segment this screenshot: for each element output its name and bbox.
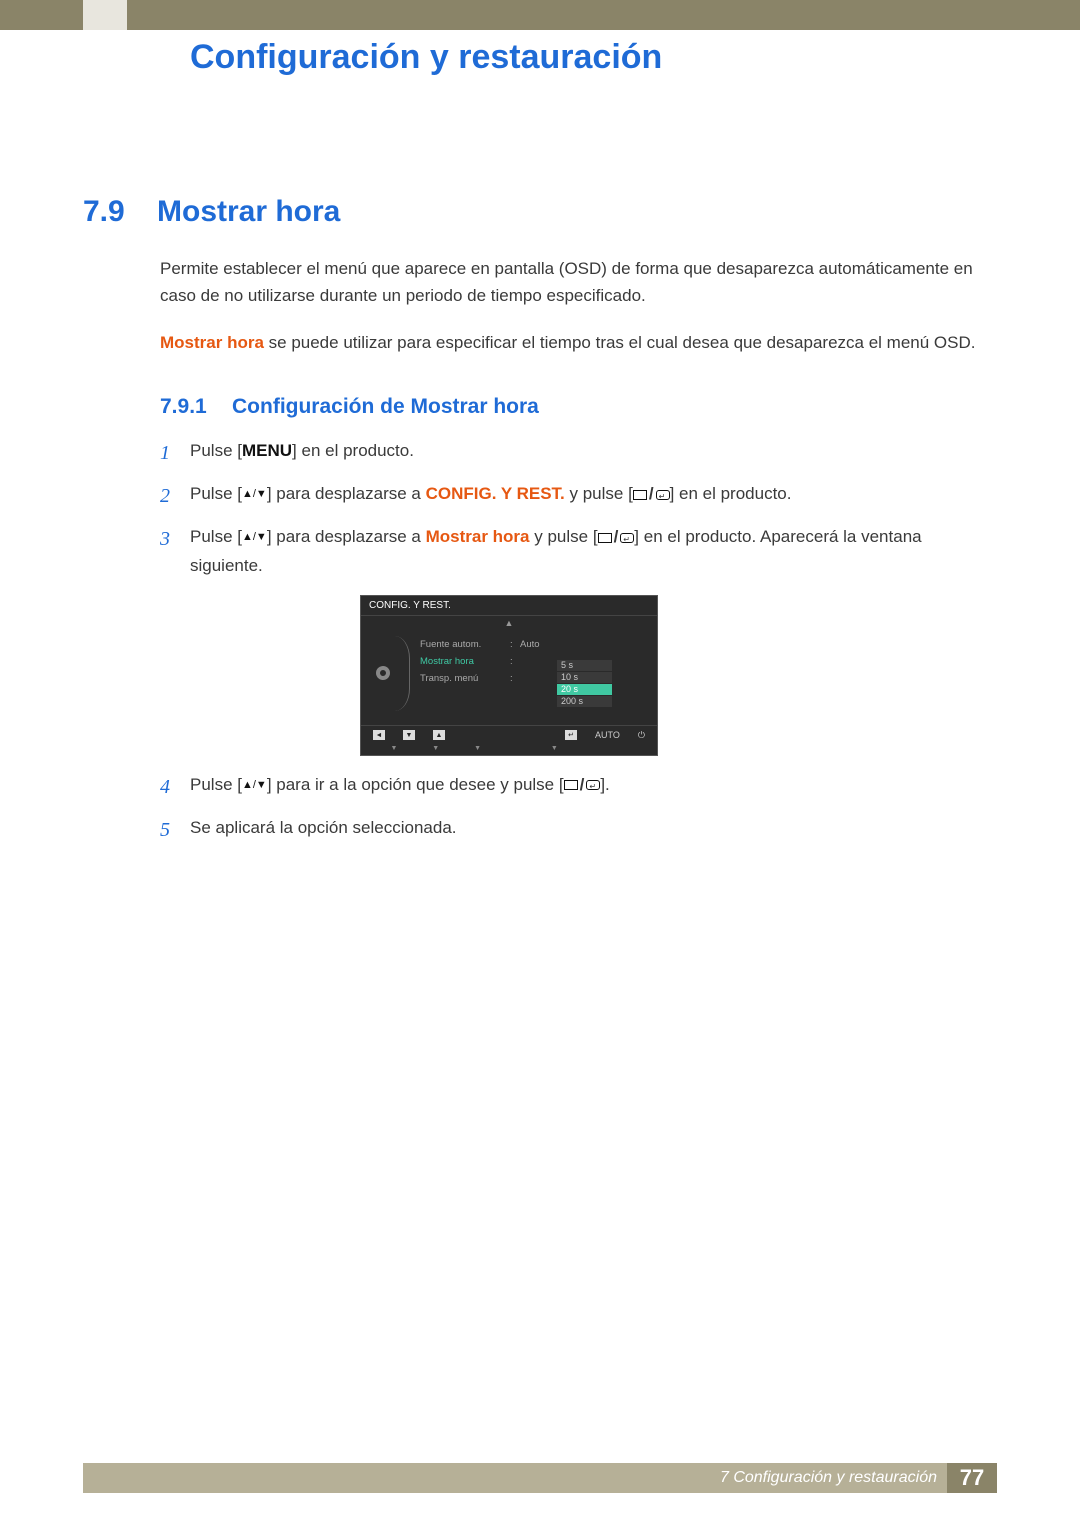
osd-gear-icon bbox=[371, 636, 395, 711]
step-5: 5 Se aplicará la opción seleccionada. bbox=[160, 814, 985, 847]
source-enter-icon: / bbox=[564, 771, 601, 799]
step-text: Se aplicará la opción seleccionada. bbox=[190, 814, 985, 842]
highlight-config-rest: CONFIG. Y REST. bbox=[426, 484, 565, 503]
osd-enter-icon: ↵ bbox=[565, 730, 577, 740]
paragraph-1: Permite establecer el menú que aparece e… bbox=[160, 255, 985, 309]
section-title: Mostrar hora bbox=[157, 195, 340, 229]
step-number: 2 bbox=[160, 480, 190, 513]
steps-list: 1 Pulse [MENU] en el producto. 2 Pulse [… bbox=[160, 437, 985, 857]
highlight-mostrar-hora: Mostrar hora bbox=[160, 333, 264, 352]
page-number: 77 bbox=[947, 1463, 997, 1493]
osd-option: 10 s bbox=[557, 672, 612, 684]
osd-bottom-arrows: ▼▼▼▼ bbox=[361, 745, 657, 755]
up-down-icon: ▲/▼ bbox=[242, 485, 267, 503]
osd-title: CONFIG. Y REST. bbox=[361, 596, 657, 616]
osd-row-mostrar-hora: Mostrar hora : bbox=[420, 653, 647, 670]
header-tab-notch bbox=[83, 0, 127, 30]
osd-label-active: Mostrar hora bbox=[420, 656, 510, 667]
osd-menu-items: Fuente autom. : Auto Mostrar hora : Tran… bbox=[420, 636, 647, 711]
osd-option: 5 s bbox=[557, 660, 612, 672]
source-enter-icon: / bbox=[598, 523, 635, 551]
step-4: 4 Pulse [▲/▼] para ir a la opción que de… bbox=[160, 771, 985, 804]
step-text: Pulse [MENU] en el producto. bbox=[190, 437, 985, 465]
subsection-title: Configuración de Mostrar hora bbox=[232, 395, 539, 419]
osd-window: CONFIG. Y REST. ▲ Fuente autom. : Auto M… bbox=[360, 595, 658, 756]
chapter-title: Configuración y restauración bbox=[190, 38, 662, 77]
osd-label: Fuente autom. bbox=[420, 639, 510, 650]
osd-up-icon: ▲ bbox=[433, 730, 445, 740]
osd-dropdown-options: 5 s 10 s 20 s 200 s bbox=[557, 660, 612, 708]
header-bar bbox=[0, 0, 1080, 30]
osd-option: 200 s bbox=[557, 696, 612, 708]
osd-row-transp-menu: Transp. menú : bbox=[420, 670, 647, 687]
step-3: 3 Pulse [▲/▼] para desplazarse a Mostrar… bbox=[160, 523, 985, 580]
step-number: 1 bbox=[160, 437, 190, 470]
up-down-icon: ▲/▼ bbox=[242, 528, 267, 546]
highlight-mostrar-hora-step: Mostrar hora bbox=[426, 527, 530, 546]
footer-bar: 7 Configuración y restauración 77 bbox=[83, 1463, 997, 1493]
osd-row-fuente-autom: Fuente autom. : Auto bbox=[420, 636, 647, 653]
step-2: 2 Pulse [▲/▼] para desplazarse a CONFIG.… bbox=[160, 480, 985, 513]
osd-power-icon: ⏻ bbox=[638, 730, 645, 741]
osd-option-selected: 20 s bbox=[557, 684, 612, 696]
step-1: 1 Pulse [MENU] en el producto. bbox=[160, 437, 985, 470]
footer-chapter-text: 7 Configuración y restauración bbox=[720, 1469, 947, 1487]
step-number: 5 bbox=[160, 814, 190, 847]
osd-auto-label: AUTO bbox=[595, 730, 620, 740]
paragraph-2: Mostrar hora se puede utilizar para espe… bbox=[160, 329, 985, 356]
osd-value: Auto bbox=[520, 639, 540, 650]
step-text: Pulse [▲/▼] para ir a la opción que dese… bbox=[190, 771, 985, 800]
step-number: 3 bbox=[160, 523, 190, 556]
osd-label: Transp. menú bbox=[420, 673, 510, 684]
source-enter-icon: / bbox=[633, 480, 670, 508]
up-down-icon: ▲/▼ bbox=[242, 776, 267, 794]
section-number: 7.9 bbox=[83, 195, 125, 229]
osd-body: Fuente autom. : Auto Mostrar hora : Tran… bbox=[361, 630, 657, 725]
step-number: 4 bbox=[160, 771, 190, 804]
osd-up-arrow-icon: ▲ bbox=[361, 616, 657, 630]
osd-curve-divider bbox=[395, 636, 410, 711]
osd-down-icon: ▼ bbox=[403, 730, 415, 740]
step-text: Pulse [▲/▼] para desplazarse a CONFIG. Y… bbox=[190, 480, 985, 509]
menu-button-label: MENU bbox=[242, 441, 292, 460]
step-text: Pulse [▲/▼] para desplazarse a Mostrar h… bbox=[190, 523, 985, 580]
subsection-number: 7.9.1 bbox=[160, 395, 207, 419]
osd-back-icon: ◄ bbox=[373, 730, 385, 740]
osd-bottom-bar: ◄ ▼ ▲ ↵ AUTO ⏻ bbox=[361, 725, 657, 745]
body-text: Permite establecer el menú que aparece e… bbox=[160, 255, 985, 377]
osd-screenshot: CONFIG. Y REST. ▲ Fuente autom. : Auto M… bbox=[360, 595, 985, 756]
